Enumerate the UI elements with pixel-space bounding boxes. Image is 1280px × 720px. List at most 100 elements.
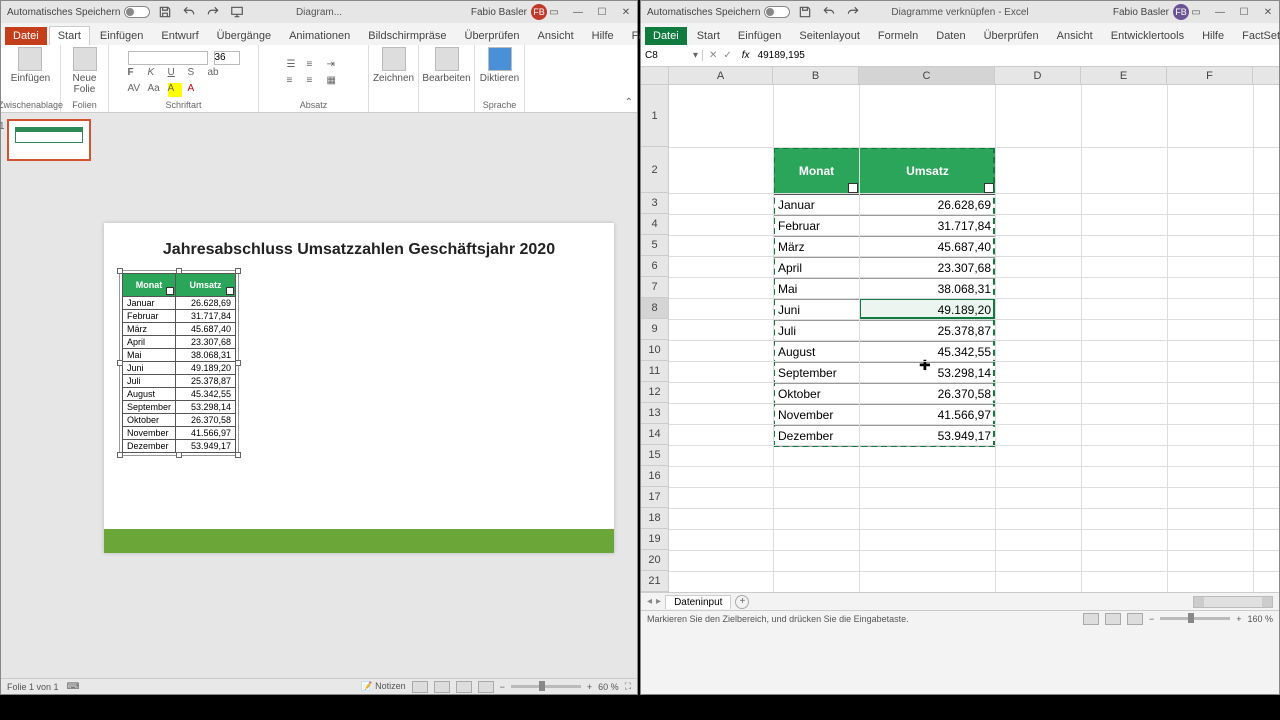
zoom-in-icon[interactable]: + (587, 682, 592, 692)
bold-icon[interactable]: F (128, 67, 142, 81)
italic-icon[interactable]: K (148, 67, 162, 81)
cell-umsatz[interactable]: 53.949,17 (860, 426, 996, 447)
tab-ansicht[interactable]: Ansicht (530, 27, 582, 45)
cell-month[interactable]: Februar (774, 216, 860, 237)
cell-month[interactable]: Mai (774, 279, 860, 300)
toggle-icon[interactable] (124, 6, 150, 18)
minimize-icon[interactable]: — (1213, 5, 1227, 19)
close-icon[interactable]: ✕ (1261, 5, 1275, 19)
cell-umsatz[interactable]: 41.566,97 (860, 405, 996, 426)
tab-start[interactable]: Start (49, 26, 90, 45)
zoom-out-icon[interactable]: − (1149, 614, 1154, 624)
table-row[interactable]: Oktober26.370,58 (774, 384, 996, 405)
tab-hilfe[interactable]: Hilfe (584, 27, 622, 45)
tab-seitenlayout[interactable]: Seitenlayout (791, 27, 868, 45)
save-icon[interactable] (798, 5, 812, 19)
formula-value[interactable]: 49189,195 (754, 50, 809, 61)
row-header-5[interactable]: 5 (641, 235, 669, 256)
save-icon[interactable] (158, 5, 172, 19)
cell-month[interactable]: Juli (774, 321, 860, 342)
paste-button[interactable]: Einfügen (11, 47, 50, 84)
ribbon-mode-icon[interactable]: ▭ (1189, 5, 1203, 19)
row-header-19[interactable]: 19 (641, 529, 669, 550)
maximize-icon[interactable]: ☐ (595, 5, 609, 19)
table-row[interactable]: September53.298,14 (774, 363, 996, 384)
table-row[interactable]: Mai38.068,31 (774, 279, 996, 300)
tab-uebergaenge[interactable]: Übergänge (209, 27, 279, 45)
cell-month[interactable]: November (774, 405, 860, 426)
row-header-21[interactable]: 21 (641, 571, 669, 592)
shadow-icon[interactable]: S (188, 67, 202, 81)
row-header-3[interactable]: 3 (641, 193, 669, 214)
highlight-icon[interactable]: A (168, 83, 182, 97)
new-slide-button[interactable]: Neue Folie (73, 47, 97, 95)
row-header-14[interactable]: 14 (641, 424, 669, 445)
font-family-input[interactable] (128, 51, 208, 65)
undo-icon[interactable] (182, 5, 196, 19)
case-icon[interactable]: Aa (148, 83, 162, 97)
cancel-formula-icon[interactable]: ✕ (709, 50, 717, 61)
table-row[interactable]: Dezember53.949,17 (774, 426, 996, 447)
tab-start[interactable]: Start (689, 27, 728, 45)
tab-ueberpruefen[interactable]: Überprüfen (976, 27, 1047, 45)
table-row[interactable]: August45.342,55 (774, 342, 996, 363)
table-row[interactable]: Juli25.378,87 (774, 321, 996, 342)
fx-icon[interactable]: fx (738, 50, 754, 61)
cell-month[interactable]: April (774, 258, 860, 279)
draw-button[interactable]: Zeichnen (373, 47, 414, 84)
col-header-a[interactable]: A (669, 67, 773, 84)
row-header-9[interactable]: 9 (641, 319, 669, 340)
redo-icon[interactable] (846, 5, 860, 19)
redo-icon[interactable] (206, 5, 220, 19)
notes-button[interactable]: 📝 Notizen (361, 681, 405, 692)
cell-month[interactable]: Dezember (774, 426, 860, 447)
tab-bildschirm[interactable]: Bildschirmpräse (360, 27, 454, 45)
underline-icon[interactable]: U (168, 67, 182, 81)
accept-formula-icon[interactable]: ✓ (723, 50, 731, 61)
numbering-icon[interactable]: ≡ (307, 59, 321, 73)
row-header-1[interactable]: 1 (641, 85, 669, 147)
add-sheet-icon[interactable]: + (735, 595, 749, 609)
strike-icon[interactable]: ab (208, 67, 222, 81)
cell-month[interactable]: Januar (774, 195, 860, 216)
filter-dropdown-icon[interactable]: ▾ (984, 183, 994, 193)
page-break-view-icon[interactable] (1127, 613, 1143, 625)
name-box[interactable]: C8▾ (641, 50, 703, 61)
user-badge[interactable]: Fabio Basler FB (471, 4, 547, 20)
tab-hilfe[interactable]: Hilfe (1194, 27, 1232, 45)
table-row[interactable]: März45.687,40 (774, 237, 996, 258)
horizontal-scrollbar[interactable] (1193, 596, 1273, 608)
select-all-corner[interactable] (641, 67, 669, 84)
row-header-15[interactable]: 15 (641, 445, 669, 466)
user-badge[interactable]: Fabio Basler FB (1113, 4, 1189, 20)
minimize-icon[interactable]: — (571, 5, 585, 19)
dictate-button[interactable]: Diktieren (480, 47, 519, 84)
font-size-input[interactable] (214, 51, 240, 65)
table-row[interactable]: November41.566,97 (774, 405, 996, 426)
align-center-icon[interactable]: ≡ (307, 75, 321, 89)
col-header-c[interactable]: C (859, 67, 995, 84)
tab-file[interactable]: Datei (645, 27, 687, 45)
cell-umsatz[interactable]: 45.687,40 (860, 237, 996, 258)
tab-entwicklertools[interactable]: Entwicklertools (1103, 27, 1192, 45)
tab-ueberpruefen[interactable]: Überprüfen (457, 27, 528, 45)
cell-month[interactable]: August (774, 342, 860, 363)
close-icon[interactable]: ✕ (619, 5, 633, 19)
edit-button[interactable]: Bearbeiten (422, 47, 470, 84)
normal-view-icon[interactable] (1083, 613, 1099, 625)
bullets-icon[interactable]: ☰ (287, 59, 301, 73)
table-row[interactable]: Juni49.189,20 (774, 300, 996, 321)
present-icon[interactable] (230, 5, 244, 19)
maximize-icon[interactable]: ☐ (1237, 5, 1251, 19)
row-header-12[interactable]: 12 (641, 382, 669, 403)
cell-month[interactable]: Juni (774, 300, 860, 321)
sheet-tab-dateninput[interactable]: Dateninput (665, 595, 731, 609)
table-row[interactable]: April23.307,68 (774, 258, 996, 279)
indent-icon[interactable]: ⇥ (327, 59, 341, 73)
cell-umsatz[interactable]: 38.068,31 (860, 279, 996, 300)
page-layout-view-icon[interactable] (1105, 613, 1121, 625)
autosave-toggle[interactable]: Automatisches Speichern (7, 6, 150, 18)
cell-umsatz[interactable]: 45.342,55 (860, 342, 996, 363)
row-header-17[interactable]: 17 (641, 487, 669, 508)
row-header-2[interactable]: 2 (641, 147, 669, 193)
